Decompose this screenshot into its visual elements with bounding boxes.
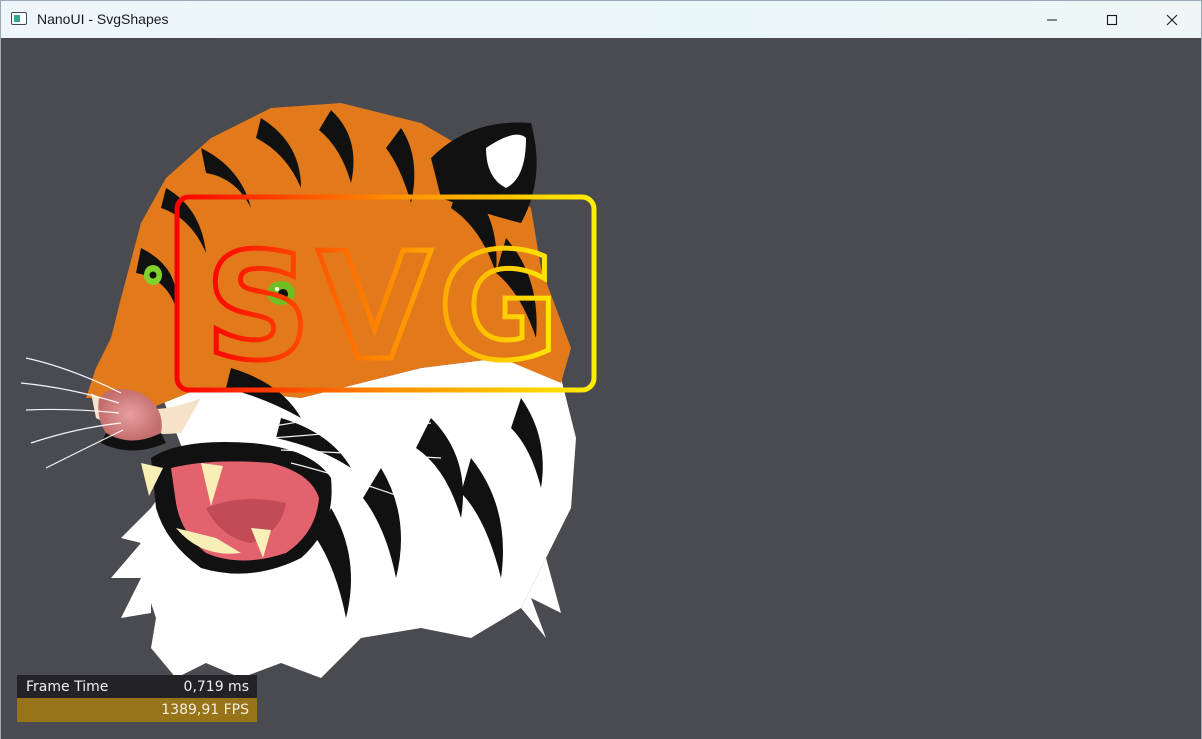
perf-overlay: Frame Time 0,719 ms 1389,91 FPS (17, 675, 257, 722)
frame-time-value: 0,719 ms (183, 678, 249, 695)
close-button[interactable] (1149, 1, 1195, 38)
svg-canvas[interactable]: SVG Frame Time 0,719 ms 1389,91 FPS (1, 38, 1201, 739)
frame-time-row: Frame Time 0,719 ms (17, 675, 257, 698)
app-window: NanoUI - SvgShapes SVG Frame Time 0,719 … (0, 0, 1202, 739)
svg-text: SVG (205, 221, 566, 393)
maximize-button[interactable] (1089, 1, 1135, 38)
window-app-icon (11, 12, 27, 25)
maximize-icon (1106, 14, 1118, 25)
minimize-button[interactable] (1029, 1, 1075, 38)
frame-time-label: Frame Time (26, 678, 109, 695)
minimize-icon (1047, 19, 1057, 20)
fps-value: 1389,91 FPS (161, 702, 249, 718)
close-icon (1166, 14, 1178, 25)
title-bar[interactable]: NanoUI - SvgShapes (1, 1, 1201, 38)
tiger-illustration: SVG (20, 103, 597, 678)
window-title: NanoUI - SvgShapes (37, 11, 169, 27)
fps-row: 1389,91 FPS (17, 698, 257, 722)
